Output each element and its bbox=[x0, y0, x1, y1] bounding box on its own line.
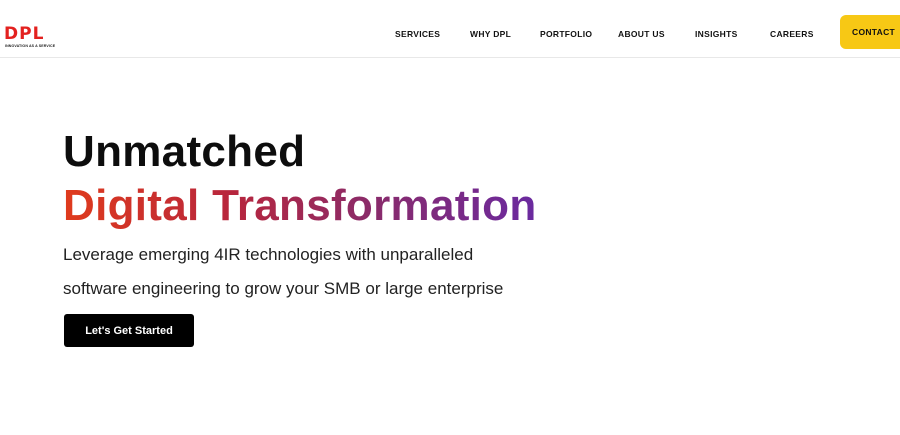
hero-description-line-1: Leverage emerging 4IR technologies with … bbox=[63, 245, 474, 264]
nav-careers[interactable]: CAREERS bbox=[770, 29, 814, 39]
nav-portfolio[interactable]: PORTFOLIO bbox=[540, 29, 592, 39]
nav-why-dpl[interactable]: WHY DPL bbox=[470, 29, 511, 39]
hero-title-line-2: Digital Transformation bbox=[63, 181, 537, 230]
logo-tagline: INNOVATION AS A SERVICE bbox=[5, 44, 56, 48]
nav-services[interactable]: SERVICES bbox=[395, 29, 440, 39]
site-header: DPL INNOVATION AS A SERVICE SERVICES WHY… bbox=[0, 0, 900, 58]
nav-about-us[interactable]: ABOUT US bbox=[618, 29, 665, 39]
logo-wordmark: DPL bbox=[4, 24, 45, 44]
page: DPL INNOVATION AS A SERVICE SERVICES WHY… bbox=[0, 0, 900, 435]
nav-insights[interactable]: INSIGHTS bbox=[695, 29, 738, 39]
hero-title-line-1: Unmatched bbox=[63, 127, 306, 176]
hero-description-line-2: software engineering to grow your SMB or… bbox=[63, 279, 504, 298]
get-started-button[interactable]: Let's Get Started bbox=[64, 314, 194, 347]
contact-button[interactable]: CONTACT bbox=[840, 15, 900, 49]
dpl-logo[interactable]: DPL INNOVATION AS A SERVICE bbox=[4, 25, 74, 51]
